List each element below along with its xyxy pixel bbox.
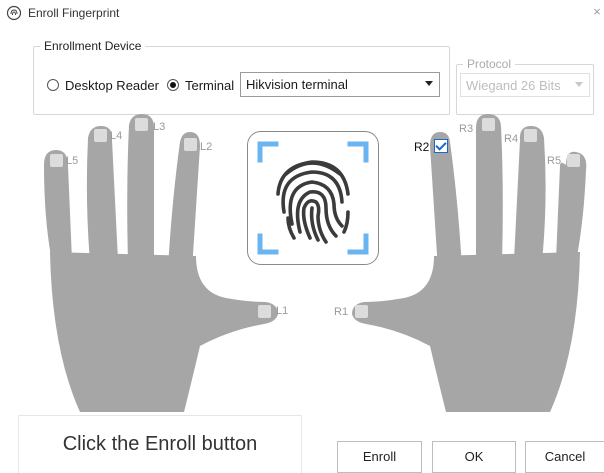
finger-checkbox-l3[interactable] [135, 118, 148, 131]
finger-checkbox-r4[interactable] [524, 129, 537, 142]
finger-checkbox-l4[interactable] [94, 129, 107, 142]
right-palm [352, 252, 580, 412]
left-hand [44, 114, 278, 412]
status-text: Click the Enroll button [62, 433, 258, 455]
finger-checkbox-r5[interactable] [567, 154, 580, 167]
finger-checkbox-r1[interactable] [355, 305, 368, 318]
fingerprint-scan-icon [257, 141, 369, 255]
finger-label-l5: L5 [66, 155, 79, 167]
right-ring [514, 126, 546, 262]
finger-label-r4: R4 [504, 133, 519, 145]
ok-button[interactable]: OK [432, 441, 516, 473]
finger-label-r5: R5 [547, 155, 562, 167]
finger-label-r3: R3 [459, 123, 474, 135]
finger-checkbox-r2[interactable] [434, 139, 448, 153]
finger-checkbox-r3[interactable] [482, 118, 495, 131]
finger-checkbox-l1[interactable] [258, 305, 271, 318]
right-pinky [556, 151, 587, 262]
left-middle [127, 114, 154, 262]
left-palm [50, 252, 278, 412]
finger-label-l3: L3 [153, 121, 166, 133]
status-panel: Click the Enroll button [18, 415, 302, 473]
finger-checkbox-l2[interactable] [184, 138, 197, 151]
finger-label-r1: R1 [334, 306, 349, 318]
left-index [168, 132, 200, 270]
right-middle [476, 114, 503, 262]
enroll-button[interactable]: Enroll [337, 441, 422, 473]
finger-label-l2: L2 [200, 141, 213, 153]
cancel-button[interactable]: Cancel [525, 441, 604, 473]
finger-checkbox-l5[interactable] [50, 154, 63, 167]
fingerprint-scan-box [247, 131, 379, 265]
left-ring [86, 126, 118, 262]
finger-label-l4: L4 [110, 130, 123, 142]
finger-label-r2: R2 [414, 140, 430, 154]
finger-label-l1: L1 [276, 305, 289, 317]
